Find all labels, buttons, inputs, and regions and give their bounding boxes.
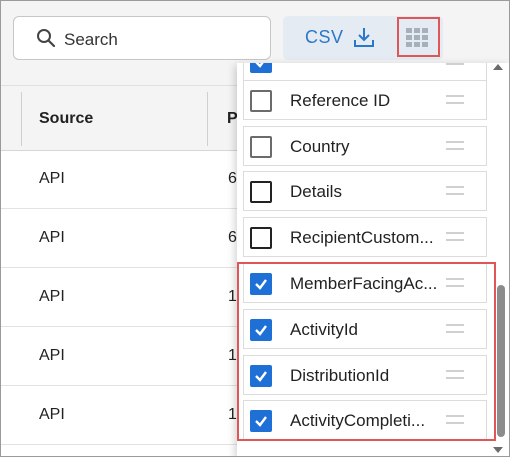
cell-source: API (39, 170, 65, 187)
cell-source: API (39, 288, 65, 305)
column-button-highlight (397, 17, 440, 57)
scroll-down-icon[interactable] (493, 447, 503, 453)
column-option-label: RecipientCustom... (290, 228, 434, 247)
cell-p: 6 (228, 170, 237, 187)
search-placeholder: Search (64, 30, 118, 49)
column-option-label: ActivityCompleti... (290, 411, 426, 430)
checkbox-checked[interactable] (250, 365, 272, 387)
drag-handle-icon[interactable] (446, 232, 464, 242)
drag-handle-icon[interactable] (446, 278, 464, 288)
column-chooser-dropdown: Reference ID Country Details RecipientCu… (237, 63, 509, 456)
column-option[interactable]: DistributionId (243, 355, 487, 395)
cell-p: 6 (228, 229, 237, 246)
csv-export-button[interactable]: CSV (283, 16, 391, 60)
column-option-label: Country (290, 137, 350, 156)
checkbox-checked[interactable] (250, 273, 272, 295)
column-option[interactable]: Country (243, 126, 487, 166)
checkbox-checked[interactable] (250, 63, 272, 73)
checkbox-checked[interactable] (250, 319, 272, 341)
column-option[interactable]: ActivityId (243, 309, 487, 349)
column-option-label: MemberFacingAc... (290, 274, 438, 293)
cell-p: 1 (228, 288, 237, 305)
column-option[interactable] (243, 63, 487, 81)
checkbox-unchecked[interactable] (250, 227, 272, 249)
scrollbar-thumb[interactable] (497, 285, 505, 437)
check-icon (255, 416, 267, 427)
csv-label: CSV (305, 27, 344, 47)
search-icon (37, 29, 56, 48)
app-frame: Search CSV Source P API 6 API 6 API 1 AP… (0, 0, 510, 457)
drag-handle-icon[interactable] (446, 370, 464, 380)
column-option[interactable]: RecipientCustom... (243, 217, 487, 257)
cell-p: 1 (228, 347, 237, 364)
column-option[interactable]: MemberFacingAc... (243, 263, 487, 303)
drag-handle-icon[interactable] (446, 324, 464, 334)
cell-source: API (39, 347, 65, 364)
column-header-source[interactable]: Source (39, 110, 93, 128)
column-option-label: Reference ID (290, 91, 391, 110)
check-icon (255, 325, 267, 336)
check-icon (255, 279, 267, 290)
cell-source: API (39, 229, 65, 246)
column-divider[interactable] (207, 92, 208, 146)
drag-handle-icon[interactable] (446, 141, 464, 151)
column-option-label: Details (290, 182, 342, 201)
cell-source: API (39, 406, 65, 423)
drag-handle-icon[interactable] (446, 186, 464, 196)
checkbox-unchecked[interactable] (250, 181, 272, 203)
column-divider[interactable] (21, 92, 22, 146)
check-icon (255, 63, 264, 68)
check-icon (255, 371, 267, 382)
column-option-label: ActivityId (290, 320, 359, 339)
download-icon (354, 28, 374, 47)
column-option-label: DistributionId (290, 366, 390, 385)
checkbox-unchecked[interactable] (250, 90, 272, 112)
column-option[interactable]: Reference ID (243, 80, 487, 120)
column-option[interactable]: ActivityCompleti... (243, 400, 487, 440)
scroll-up-icon[interactable] (493, 64, 503, 70)
checkbox-checked[interactable] (250, 410, 272, 432)
drag-handle-icon[interactable] (446, 63, 464, 66)
cell-p: 1 (228, 406, 237, 423)
search-input[interactable]: Search (13, 16, 271, 60)
drag-handle-icon[interactable] (446, 95, 464, 105)
drag-handle-icon[interactable] (446, 415, 464, 425)
column-option[interactable]: Details (243, 171, 487, 211)
checkbox-unchecked[interactable] (250, 136, 272, 158)
